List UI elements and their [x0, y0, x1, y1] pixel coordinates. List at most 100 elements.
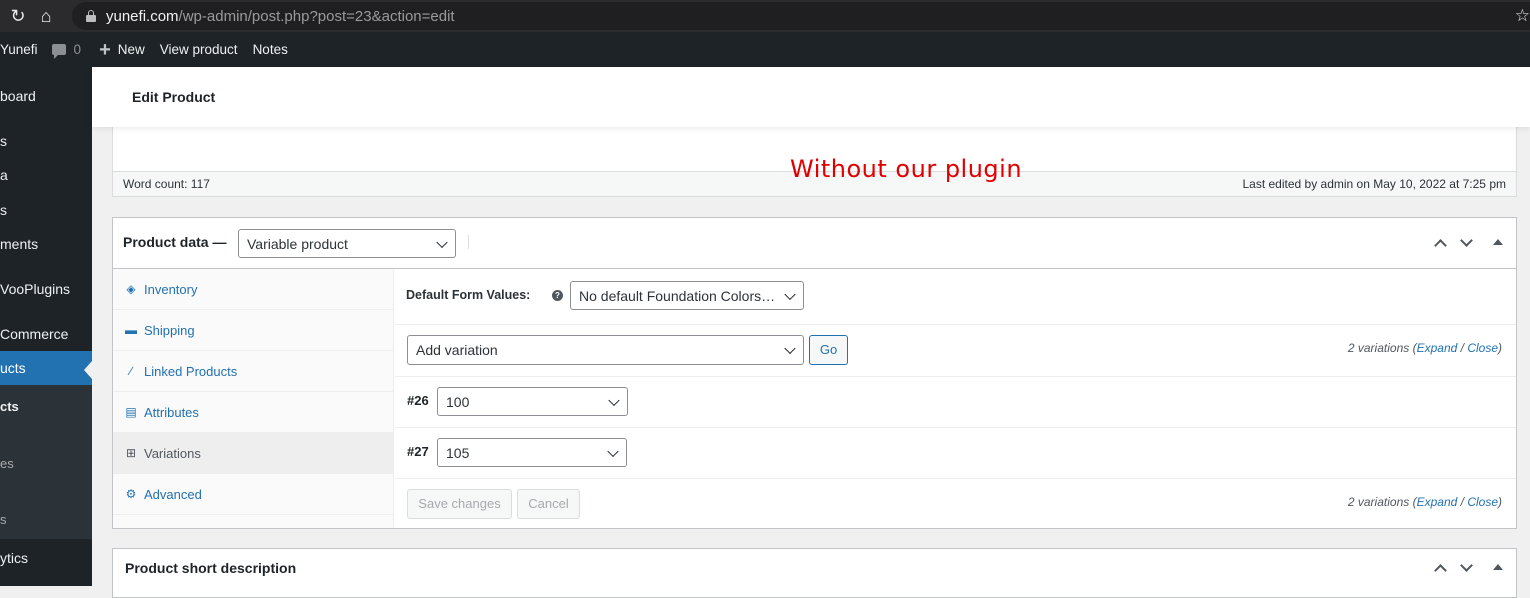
toggle-panel-button[interactable] [1488, 558, 1508, 578]
chevron-down-icon [1460, 234, 1473, 247]
chevron-down-icon [784, 288, 796, 300]
view-product-link[interactable]: View product [160, 32, 238, 67]
variation-row[interactable]: #26 100 [395, 377, 1516, 428]
comments-link[interactable]: 0 [51, 32, 82, 67]
product-data-title: Product data — [123, 234, 227, 250]
chevron-down-icon [784, 342, 796, 355]
tab-label: Advanced [144, 486, 202, 502]
tab-advanced[interactable]: ⚙ Advanced [113, 474, 394, 515]
tab-shipping[interactable]: ▬ Shipping [113, 310, 394, 351]
tab-variations[interactable]: ⊞ Variations [113, 433, 394, 474]
comment-bubble-icon [51, 44, 66, 59]
home-icon[interactable]: ⌂ [32, 0, 60, 32]
page-title: Edit Product [132, 89, 216, 105]
word-count: Word count: 117 [123, 177, 210, 191]
save-changes-button[interactable]: Save changes [407, 489, 512, 519]
menu-item-dashboard[interactable]: board [0, 88, 92, 104]
menu-item-products[interactable]: ucts [0, 351, 92, 385]
submenu-item-attributes[interactable]: s [0, 512, 92, 527]
bookmark-star-icon[interactable]: ☆ [1515, 0, 1530, 32]
product-data-header: Product data — Variable product [113, 218, 1516, 269]
variations-count-text: 2 variations [1347, 341, 1410, 355]
tab-linked-products[interactable]: ∕ Linked Products [113, 351, 394, 392]
variation-id: #26 [407, 393, 429, 408]
comments-count: 0 [73, 42, 82, 57]
grid-icon: ⊞ [125, 446, 137, 460]
wp-admin-bar: Yunefi 0 + New View product Notes [0, 32, 1530, 67]
variation-attribute-select[interactable]: 105 [437, 438, 627, 467]
reload-icon[interactable]: ↻ [4, 0, 32, 32]
chevron-down-icon [436, 236, 448, 248]
move-up-button[interactable] [1431, 558, 1451, 578]
default-color-value: No default Foundation Colors… [579, 287, 776, 304]
expand-link[interactable]: Expand [1417, 341, 1458, 355]
close-link[interactable]: Close [1467, 495, 1498, 509]
close-link[interactable]: Close [1467, 341, 1498, 355]
tab-label: Shipping [144, 322, 195, 338]
product-data-panel: Product data — Variable product ◈ Invent… [112, 217, 1517, 529]
menu-item-pages[interactable]: s [0, 202, 92, 218]
current-menu-arrow [84, 361, 92, 379]
add-variation-select[interactable]: Add variation [407, 335, 804, 365]
menu-item-wooplugins[interactable]: VooPlugins [0, 281, 92, 297]
variation-row[interactable]: #27 105 [395, 428, 1516, 479]
default-color-select[interactable]: No default Foundation Colors… [570, 281, 804, 310]
gear-icon: ⚙ [125, 487, 137, 501]
menu-item-woocommerce[interactable]: Commerce [0, 326, 92, 342]
default-form-label: Default Form Values: [406, 288, 531, 302]
submenu-item-categories[interactable]: es [0, 456, 92, 471]
tag-icon: ◈ [126, 282, 136, 296]
last-edited: Last edited by admin on May 10, 2022 at … [1242, 177, 1506, 191]
cancel-button[interactable]: Cancel [517, 489, 580, 519]
move-down-button[interactable] [1457, 233, 1477, 253]
new-label: New [117, 42, 145, 57]
site-name-link[interactable]: Yunefi [0, 32, 38, 67]
variations-panel: Default Form Values: ? No default Founda… [395, 269, 1516, 528]
submenu-item-all-products[interactable]: cts [0, 399, 92, 414]
chevron-down-icon [1460, 559, 1473, 572]
tab-label: Attributes [144, 404, 199, 420]
expand-link[interactable]: Expand [1417, 495, 1458, 509]
variations-count-text: 2 variations [1347, 495, 1410, 509]
tab-attributes[interactable]: ▤ Attributes [113, 392, 394, 433]
short-description-panel: Product short description [112, 548, 1517, 598]
variation-actions-row: Save changes Cancel 2 variations (Expand… [395, 479, 1516, 528]
chevron-up-icon [1434, 239, 1447, 252]
plus-icon: + [99, 38, 111, 61]
variation-attribute-value: 105 [446, 444, 470, 461]
link-icon: ∕ [129, 364, 132, 378]
variations-count: 2 variations (Expand / Close) [1347, 341, 1502, 355]
move-down-button[interactable] [1457, 558, 1477, 578]
menu-item-posts[interactable]: s [0, 133, 92, 149]
chevron-up-icon [1434, 564, 1447, 577]
tab-label: Linked Products [144, 363, 238, 379]
variations-count: 2 variations (Expand / Close) [1347, 495, 1502, 509]
triangle-up-icon [1493, 564, 1503, 570]
notes-link[interactable]: Notes [253, 32, 288, 67]
annotation-text: Without our plugin [790, 155, 1023, 183]
add-variation-row: Add variation Go 2 variations (Expand / … [395, 325, 1516, 377]
product-type-value: Variable product [247, 235, 348, 252]
tab-inventory[interactable]: ◈ Inventory [113, 269, 394, 310]
header-divider [468, 235, 469, 249]
menu-item-comments[interactable]: ments [0, 236, 92, 252]
menu-item-analytics[interactable]: ytics [0, 550, 92, 566]
url-path: /wp-admin/post.php?post=23&action=edit [178, 7, 455, 25]
new-content-link[interactable]: + New [99, 32, 145, 67]
lock-icon [86, 10, 96, 22]
go-button[interactable]: Go [809, 335, 848, 365]
product-type-select[interactable]: Variable product [238, 229, 456, 258]
variation-id: #27 [407, 444, 429, 459]
url-host: yunefi.com [106, 7, 179, 25]
list-icon: ▤ [125, 405, 137, 419]
browser-toolbar: ↻ ⌂ yunefi.com/wp-admin/post.php?post=23… [0, 0, 1530, 32]
help-icon[interactable]: ? [552, 290, 563, 301]
chevron-down-icon [607, 445, 619, 457]
menu-item-media[interactable]: a [0, 167, 92, 183]
variation-attribute-select[interactable]: 100 [437, 387, 628, 416]
tab-label: Variations [144, 445, 201, 461]
address-bar[interactable]: yunefi.com/wp-admin/post.php?post=23&act… [72, 2, 1530, 30]
toggle-panel-button[interactable] [1488, 233, 1508, 253]
admin-side-menu: board s a s ments VooPlugins Commerce uc… [0, 67, 92, 586]
move-up-button[interactable] [1431, 233, 1451, 253]
